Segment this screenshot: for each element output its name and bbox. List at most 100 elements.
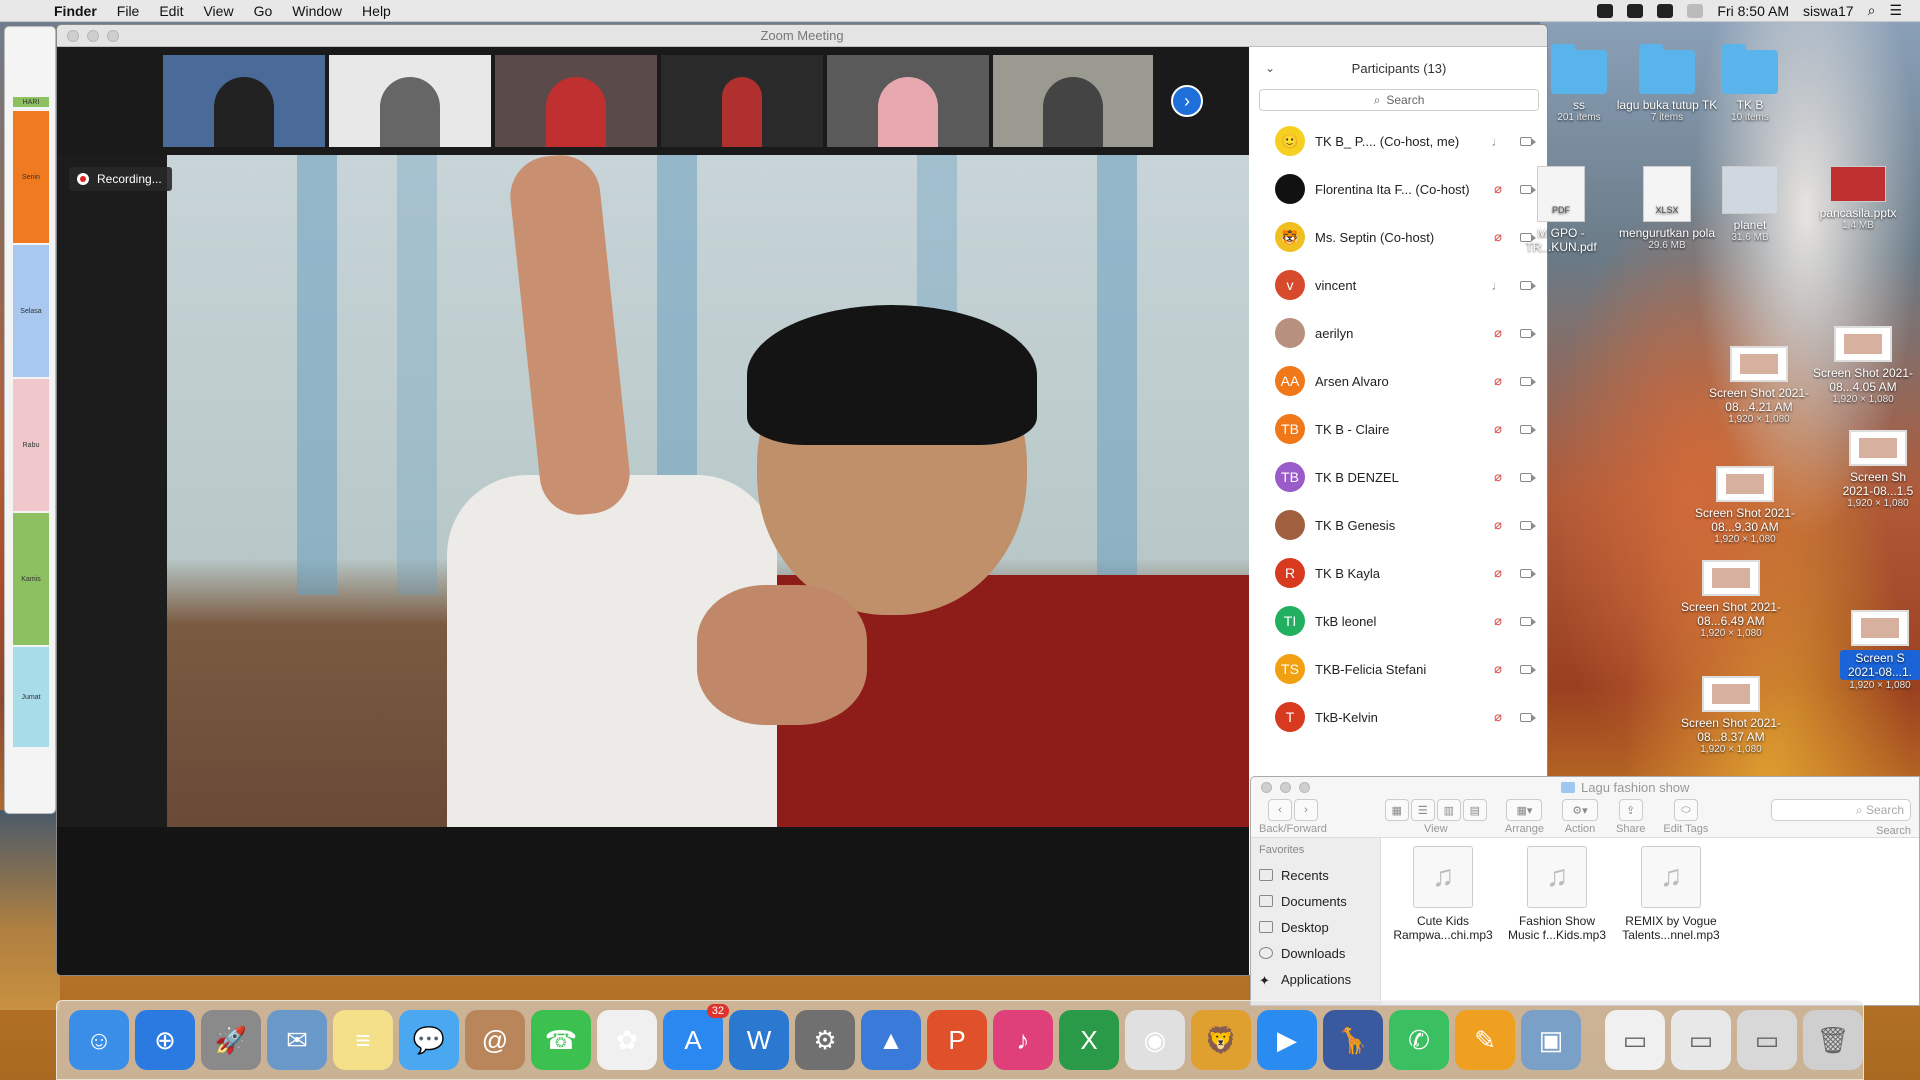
participant-row[interactable]: aerilyn ⌀ — [1249, 309, 1547, 357]
notification-tray-icon[interactable] — [1627, 3, 1644, 18]
recording-indicator[interactable]: Recording... — [69, 167, 172, 191]
spotlight-search-icon[interactable]: ⌕ — [1868, 2, 1876, 19]
mic-muted-icon[interactable]: ⌀ — [1487, 709, 1509, 725]
desktop-screenshot[interactable]: Screen Shot 2021-08...4.21 AM 1,920 × 1,… — [1704, 346, 1814, 425]
participant-row[interactable]: T TkB-Kelvin ⌀ — [1249, 693, 1547, 741]
dock-keynote-icon[interactable]: ▲ — [861, 1010, 921, 1070]
video-thumbnail[interactable] — [329, 55, 491, 147]
dock-contacts-icon[interactable]: @ — [465, 1010, 525, 1070]
dock-minimized-zoom-icon[interactable]: ▭ — [1605, 1010, 1665, 1070]
mic-muted-icon[interactable]: ⌀ — [1487, 613, 1509, 629]
sidebar-item-desktop[interactable]: Desktop — [1259, 914, 1372, 940]
bluetooth-tray-icon[interactable] — [1657, 3, 1674, 18]
mic-muted-icon[interactable]: ⌀ — [1487, 229, 1509, 245]
video-thumbnail[interactable] — [163, 55, 325, 147]
column-view-button[interactable]: ▥ — [1436, 799, 1461, 821]
minimize-button[interactable] — [87, 29, 99, 42]
microphone-icon[interactable]: ♩ — [1487, 134, 1509, 149]
mic-muted-icon[interactable]: ⌀ — [1487, 181, 1509, 197]
participant-row[interactable]: TS TKB-Felicia Stefani ⌀ — [1249, 645, 1547, 693]
video-camera-icon[interactable] — [1515, 326, 1537, 340]
menu-user[interactable]: siswa17 — [1803, 3, 1854, 19]
desktop-file-planet[interactable]: planet 31.6 MB — [1700, 166, 1800, 243]
desktop-screenshot[interactable]: Screen Shot 2021-08...9.30 AM 1,920 × 1,… — [1690, 466, 1800, 545]
desktop-folder-tkb[interactable]: TK B 10 items — [1696, 44, 1804, 123]
menu-help[interactable]: Help — [362, 3, 391, 19]
forward-button[interactable]: › — [1293, 799, 1318, 821]
wifi-icon[interactable] — [1687, 3, 1704, 18]
video-thumbnail[interactable] — [495, 55, 657, 147]
video-camera-icon[interactable] — [1515, 134, 1537, 148]
video-camera-icon[interactable] — [1515, 374, 1537, 388]
dock-facetime-icon[interactable]: ☎ — [531, 1010, 591, 1070]
zoom-button[interactable] — [1299, 781, 1310, 793]
sidebar-item-recents[interactable]: Recents — [1259, 862, 1372, 888]
finder-search-input[interactable]: ⌕ Search — [1771, 799, 1911, 821]
menu-go[interactable]: Go — [254, 3, 273, 19]
participant-row[interactable]: v vincent ♩ — [1249, 261, 1547, 309]
desktop-file-pptx[interactable]: pancasila.pptx 1.4 MB — [1800, 166, 1916, 231]
desktop-file-pdf[interactable]: PDF M GPO - TR...KUN.pdf — [1520, 166, 1602, 254]
sidebar-item-applications[interactable]: ✦ Applications — [1259, 966, 1372, 992]
mic-muted-icon[interactable]: ⌀ — [1487, 421, 1509, 437]
video-thumbnail[interactable] — [993, 55, 1153, 147]
video-camera-icon[interactable] — [1515, 422, 1537, 436]
participant-row[interactable]: R TK B Kayla ⌀ — [1249, 549, 1547, 597]
dock-itunes-icon[interactable]: ♪ — [993, 1010, 1053, 1070]
dock-app-store-icon[interactable]: A 32 — [663, 1004, 729, 1070]
participant-row[interactable]: 🐯 Ms. Septin (Co-host) ⌀ — [1249, 213, 1547, 261]
dock-system-preferences-icon[interactable]: ⚙ — [795, 1010, 855, 1070]
list-view-button[interactable]: ☰ — [1410, 799, 1435, 821]
spreadsheet-window-partial[interactable]: HARI Senin Selasa Rabu Kamis Jumat — [4, 26, 56, 814]
dock-minimized-spreadsheet-icon[interactable]: ▭ — [1671, 1010, 1731, 1070]
zoom-tray-icon[interactable] — [1597, 3, 1614, 18]
active-speaker-video[interactable] — [57, 155, 1249, 827]
zoom-button[interactable] — [107, 29, 119, 42]
close-button[interactable] — [67, 29, 79, 42]
mic-muted-icon[interactable]: ⌀ — [1487, 469, 1509, 485]
desktop-screenshot[interactable]: Screen Shot 2021-08...4.05 AM 1,920 × 1,… — [1808, 326, 1918, 405]
video-camera-icon[interactable] — [1515, 566, 1537, 580]
dock-word-icon[interactable]: W — [729, 1010, 789, 1070]
mic-muted-icon[interactable]: ⌀ — [1487, 373, 1509, 389]
zoom-title-bar[interactable]: Zoom Meeting — [57, 25, 1547, 47]
video-camera-icon[interactable] — [1515, 518, 1537, 532]
participant-row[interactable]: 🙂 TK B_ P.... (Co-host, me) ♩ — [1249, 117, 1547, 165]
finder-title-bar[interactable]: Lagu fashion show — [1251, 777, 1919, 797]
video-thumbnail[interactable] — [827, 55, 989, 147]
video-camera-icon[interactable] — [1515, 470, 1537, 484]
video-thumbnail[interactable] — [661, 55, 823, 147]
desktop-screenshot[interactable]: Screen Shot 2021-08...8.37 AM 1,920 × 1,… — [1676, 676, 1786, 755]
minimize-button[interactable] — [1280, 781, 1291, 793]
dock-paint-app-icon[interactable]: ✎ — [1455, 1010, 1515, 1070]
dock-giraffe-app-icon[interactable]: 🦒 — [1323, 1010, 1383, 1070]
menu-view[interactable]: View — [203, 3, 233, 19]
dock-preview-icon[interactable]: ▣ — [1521, 1010, 1581, 1070]
menu-edit[interactable]: Edit — [159, 3, 183, 19]
video-camera-icon[interactable] — [1515, 614, 1537, 628]
menu-file[interactable]: File — [117, 3, 140, 19]
menu-app-name[interactable]: Finder — [54, 3, 97, 19]
dock-minimized-window-icon[interactable]: ▭ — [1737, 1010, 1797, 1070]
video-camera-icon[interactable] — [1515, 662, 1537, 676]
audio-file-item[interactable]: ♫ Cute Kids Rampwa...chi.mp3 — [1393, 846, 1493, 999]
share-icon[interactable]: ⇪ — [1618, 799, 1643, 821]
chevron-down-icon[interactable]: ⌄ — [1265, 61, 1275, 75]
dock-excel-icon[interactable]: X — [1059, 1010, 1119, 1070]
mic-muted-icon[interactable]: ⌀ — [1487, 517, 1509, 533]
video-camera-icon[interactable] — [1515, 710, 1537, 724]
video-camera-icon[interactable] — [1515, 278, 1537, 292]
tag-icon[interactable]: ⬭ — [1673, 799, 1698, 821]
gallery-view-button[interactable]: ▤ — [1462, 799, 1487, 821]
back-button[interactable]: ‹ — [1267, 799, 1292, 821]
menu-clock[interactable]: Fri 8:50 AM — [1717, 3, 1789, 19]
mic-muted-icon[interactable]: ⌀ — [1487, 661, 1509, 677]
close-button[interactable] — [1261, 781, 1272, 793]
control-list-icon[interactable]: ☰ — [1889, 2, 1902, 19]
icon-view-button[interactable]: ▦ — [1384, 799, 1409, 821]
arrange-button[interactable]: ▦▾ — [1506, 799, 1543, 821]
menu-window[interactable]: Window — [292, 3, 342, 19]
dock-trash-icon[interactable]: 🗑 — [1803, 1010, 1863, 1070]
dock-zoom-icon[interactable]: ▶ — [1257, 1010, 1317, 1070]
microphone-icon[interactable]: ♩ — [1487, 278, 1509, 293]
